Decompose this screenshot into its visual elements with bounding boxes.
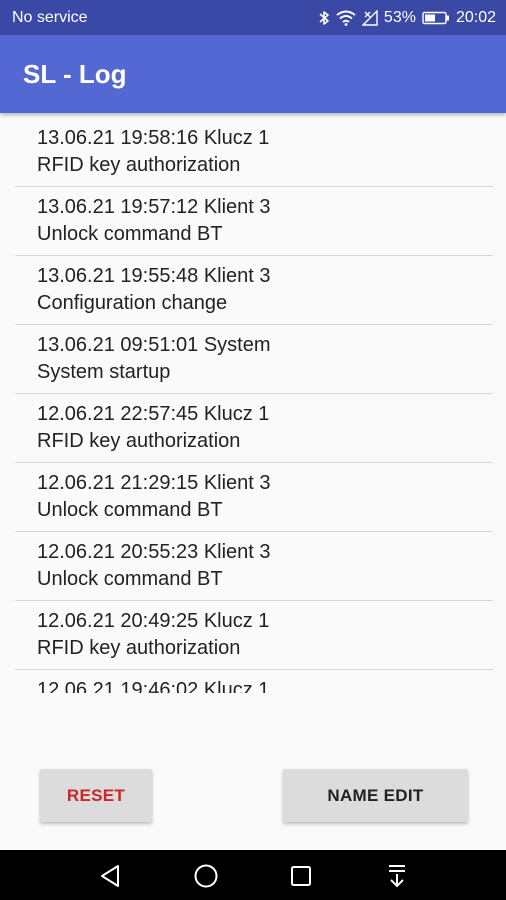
log-entry-event: RFID key authorization — [37, 637, 241, 659]
app-title: SL - Log — [23, 58, 127, 89]
log-entry-header: 13.06.21 09:51:01 System — [37, 334, 271, 356]
battery-icon — [422, 11, 450, 25]
log-entry-event: Unlock command BT — [37, 568, 223, 590]
no-signal-icon — [361, 9, 378, 26]
battery-percent: 53% — [383, 8, 416, 26]
log-entry-header: 13.06.21 19:57:12 Klient 3 — [37, 196, 271, 218]
log-entry-header: 12.06.21 20:55:23 Klient 3 — [37, 541, 271, 563]
log-entry[interactable]: 12.06.21 22:57:45 Klucz 1 RFID key autho… — [15, 394, 493, 463]
log-entry-event: Unlock command BT — [37, 499, 223, 521]
log-entry-header: 12.06.21 21:29:15 Klient 3 — [37, 472, 271, 494]
status-bar: No service 53% 20:02 — [0, 0, 506, 35]
log-entry[interactable]: 12.06.21 19:46:02 Klucz 1 — [15, 670, 493, 693]
log-entry[interactable]: 13.06.21 19:55:48 Klient 3 Configuration… — [15, 256, 493, 325]
status-icons: 53% 20:02 — [318, 9, 496, 27]
log-entry[interactable]: 12.06.21 21:29:15 Klient 3 Unlock comman… — [15, 463, 493, 532]
wifi-icon — [336, 10, 356, 26]
log-entry-event: RFID key authorization — [37, 430, 241, 452]
home-icon[interactable] — [193, 863, 219, 889]
app-bar: SL - Log — [0, 35, 506, 113]
log-entry-event: Unlock command BT — [37, 223, 223, 245]
log-entry-event: System startup — [37, 361, 171, 383]
log-entry-event: RFID key authorization — [37, 154, 241, 176]
back-icon[interactable] — [97, 863, 123, 889]
log-entry[interactable]: 13.06.21 19:57:12 Klient 3 Unlock comman… — [15, 187, 493, 256]
log-entry-header: 13.06.21 19:55:48 Klient 3 — [37, 265, 271, 287]
clock-time: 20:02 — [455, 8, 496, 26]
log-entry[interactable]: 12.06.21 20:55:23 Klient 3 Unlock comman… — [15, 532, 493, 601]
name-edit-button[interactable]: NAME EDIT — [283, 769, 468, 822]
log-entry-header: 12.06.21 22:57:45 Klucz 1 — [37, 403, 270, 425]
bluetooth-icon — [318, 10, 330, 26]
log-entry[interactable]: 12.06.21 20:49:25 Klucz 1 RFID key autho… — [15, 601, 493, 670]
log-list[interactable]: 13.06.21 19:58:16 Klucz 1 RFID key autho… — [15, 118, 493, 693]
log-entry-header: 12.06.21 20:49:25 Klucz 1 — [37, 610, 270, 632]
log-entry-event: Configuration change — [37, 292, 228, 314]
log-entry-header: 12.06.21 19:46:02 Klucz 1 — [37, 679, 270, 693]
navigation-bar — [0, 850, 506, 900]
reset-button[interactable]: RESET — [40, 769, 152, 822]
log-entry-header: 13.06.21 19:58:16 Klucz 1 — [37, 127, 270, 149]
carrier-text: No service — [12, 8, 88, 26]
screen: No service 53% 20:02 SL - Log 13.06.21 1… — [0, 0, 506, 900]
recents-icon[interactable] — [288, 863, 314, 889]
notification-pull-icon[interactable] — [384, 863, 410, 889]
log-entry[interactable]: 13.06.21 09:51:01 System System startup — [15, 325, 493, 394]
log-entry[interactable]: 13.06.21 19:58:16 Klucz 1 RFID key autho… — [15, 118, 493, 187]
